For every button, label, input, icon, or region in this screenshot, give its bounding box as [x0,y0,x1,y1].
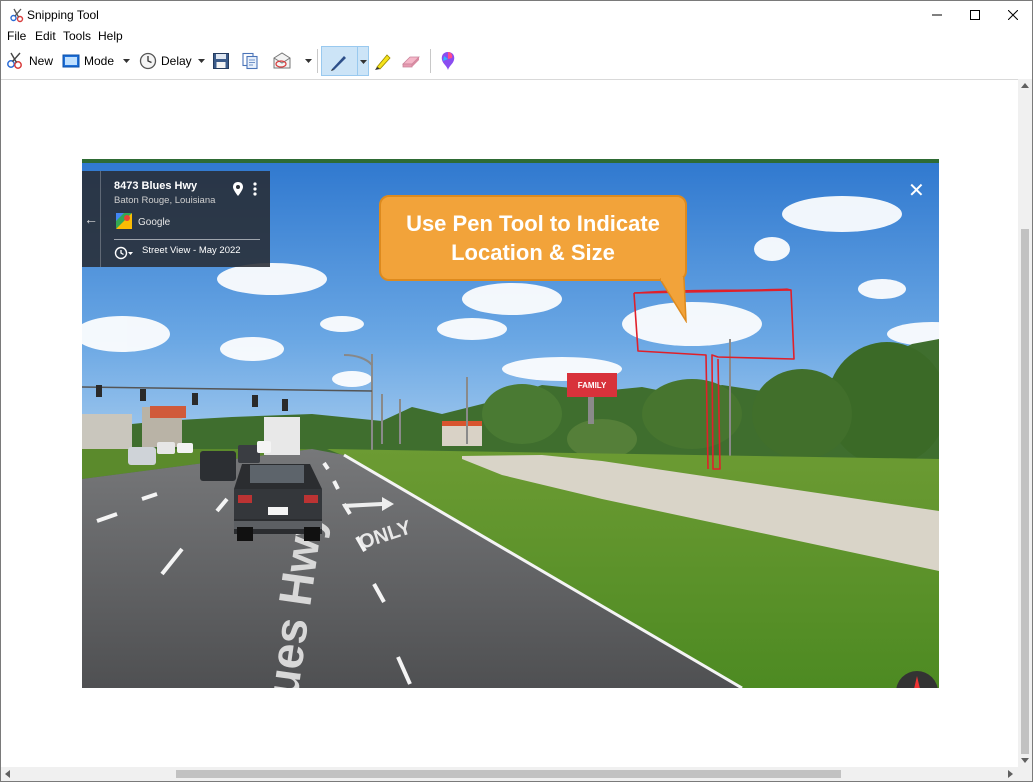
delay-button[interactable]: Delay [139,48,192,74]
chevron-down-icon [304,59,312,63]
scissors-icon [10,8,24,23]
menu-tools[interactable]: Tools [63,29,91,43]
chevron-down-icon [197,59,205,63]
menu-bar: File Edit Tools Help [1,28,1032,44]
delay-dropdown-button[interactable] [195,48,207,74]
horizontal-scroll-thumb[interactable] [176,770,841,778]
mode-label: Mode [84,54,115,68]
callout-line-2: Location & Size [451,240,615,265]
menu-edit[interactable]: Edit [35,29,56,43]
more-vertical-icon[interactable] [253,181,257,197]
instruction-callout: Use Pen Tool to Indicate Location & Size [379,195,687,281]
history-clock-icon[interactable] [114,246,134,260]
send-email-button[interactable] [272,48,292,74]
pen-split-divider [357,47,358,75]
scroll-corner [1018,767,1032,781]
scroll-left-icon[interactable] [5,770,10,778]
scroll-down-icon[interactable] [1021,758,1029,763]
google-maps-icon [116,213,132,229]
menu-file[interactable]: File [7,29,26,43]
delay-label: Delay [161,54,192,68]
chevron-down-icon[interactable] [360,60,367,64]
scroll-right-icon[interactable] [1008,770,1013,778]
map-pin-icon[interactable] [232,181,244,197]
vertical-scroll-thumb[interactable] [1021,229,1029,754]
menu-help[interactable]: Help [98,29,123,43]
address-title: 8473 Blues Hwy [114,180,198,192]
scroll-up-icon[interactable] [1021,83,1029,88]
new-label: New [29,54,54,68]
chevron-down-icon [122,59,130,63]
eraser-icon [402,56,420,68]
close-button[interactable] [990,1,1033,28]
highlighter-button[interactable] [373,48,393,74]
google-label: Google [138,217,171,228]
delay-clock-icon [139,52,157,70]
callout-text: Use Pen Tool to Indicate Location & Size [381,209,685,267]
street-view-image: FAMILY ONLY Blues Hwy ← 8473 Blues Hwy B… [82,159,939,688]
send-dropdown-button[interactable] [302,48,314,74]
mode-button[interactable]: Mode [62,48,114,74]
title-bar: Snipping Tool [1,1,1032,28]
new-snip-icon [7,52,22,69]
mode-dropdown-button[interactable] [120,48,132,74]
close-icon [1008,9,1018,20]
horizontal-scrollbar[interactable] [1,767,1018,781]
send-email-icon [273,52,291,69]
pen-icon [331,56,346,71]
edit-paint3d-button[interactable] [439,48,457,74]
save-button[interactable] [212,48,230,74]
window-title: Snipping Tool [27,8,99,22]
save-icon [213,53,229,69]
toolbar-separator [430,49,431,73]
callout-pointer [660,277,687,323]
maximize-icon [970,9,980,20]
highlighter-icon [375,54,391,70]
streetview-close-icon[interactable]: ✕ [908,181,925,201]
address-city: Baton Rouge, Louisiana [114,195,216,206]
paint3d-icon [441,52,455,70]
toolbar: New Mode Delay [1,44,1032,78]
eraser-button[interactable] [401,48,421,74]
pickup-truck [234,464,322,541]
new-button[interactable]: New [5,48,53,74]
minimize-icon [932,14,942,15]
copy-icon [242,52,258,70]
vertical-scrollbar[interactable] [1018,79,1032,767]
mode-icon [62,54,80,68]
capture-date: Street View - May 2022 [142,245,241,256]
toolbar-separator [317,49,318,73]
info-divider [114,239,260,240]
snipping-tool-window: Snipping Tool File Edit Tools Help New M… [0,0,1033,782]
pen-tool-button[interactable] [321,46,369,76]
streetview-info-card: ← 8473 Blues Hwy Baton Rouge, Louisiana … [82,171,270,267]
callout-line-1: Use Pen Tool to Indicate [406,211,660,236]
arrow-left-icon: ← [84,211,98,227]
copy-button[interactable] [241,48,259,74]
billboard-text: FAMILY [578,381,607,390]
back-arrow-button[interactable]: ← [82,171,101,267]
